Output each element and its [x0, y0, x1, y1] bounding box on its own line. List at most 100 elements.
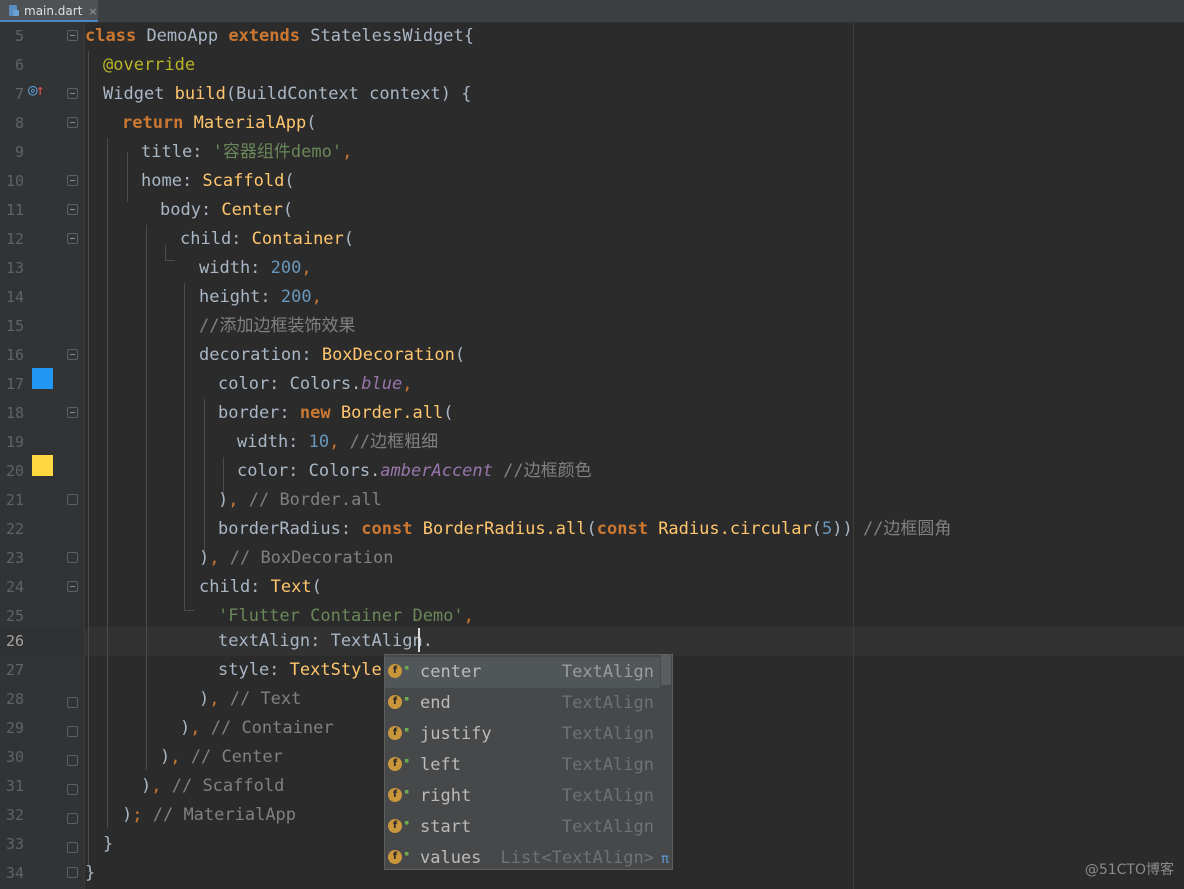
line-number: 21 [5, 491, 24, 509]
fold-end-icon[interactable] [67, 755, 78, 766]
code-line-21: ), // Border.all [218, 490, 382, 510]
visibility-icon: ▪ [404, 756, 410, 766]
code-line-22: borderRadius: const BorderRadius.all(con… [218, 519, 952, 539]
completion-item[interactable]: f ▪ justify TextAlign [385, 719, 672, 750]
code-line-12: child: Container( [180, 229, 355, 249]
code-line-20: color: Colors.amberAccent //边框颜色 [237, 461, 592, 481]
code-line-15: //添加边框装饰效果 [199, 316, 356, 336]
dart-file-icon [8, 5, 20, 17]
code-line-7: Widget build(BuildContext context) { [103, 84, 472, 104]
code-line-28: ), // Text [199, 689, 302, 709]
code-line-27: style: TextStyle(f [218, 660, 402, 680]
code-line-23: ), // BoxDecoration [199, 548, 394, 568]
code-line-31: ), // Scaffold [141, 776, 285, 796]
code-line-33: } [103, 834, 114, 854]
color-swatch-blue-icon[interactable] [32, 368, 53, 389]
code-line-17: color: Colors.blue, [218, 374, 413, 394]
code-line-13: width: 200, [199, 258, 312, 278]
code-line-11: body: Center( [160, 200, 294, 220]
fold-end-icon[interactable] [67, 494, 78, 505]
line-number: 31 [5, 777, 24, 795]
popup-scrollbar[interactable] [661, 655, 671, 685]
line-number: 7 [14, 85, 24, 103]
fold-icon[interactable] [67, 233, 78, 244]
watermark: @51CTO博客 [1084, 862, 1174, 878]
field-icon: f [388, 664, 402, 678]
completion-item[interactable]: f ▪ right TextAlign [385, 781, 672, 812]
code-line-10: home: Scaffold( [141, 171, 295, 191]
line-number: 13 [5, 259, 24, 277]
pi-icon[interactable]: π [661, 852, 669, 867]
fold-icon[interactable] [67, 30, 78, 41]
line-number: 27 [5, 661, 24, 679]
fold-icon[interactable] [67, 175, 78, 186]
line-number: 34 [5, 864, 24, 882]
line-number: 28 [5, 690, 24, 708]
field-icon: f [388, 695, 402, 709]
line-number: 8 [14, 114, 24, 132]
code-line-16: decoration: BoxDecoration( [199, 345, 466, 365]
visibility-icon: ▪ [404, 849, 410, 859]
fold-end-icon[interactable] [67, 552, 78, 563]
fold-end-icon[interactable] [67, 697, 78, 708]
code-line-6: @override [103, 55, 196, 75]
field-icon: f [388, 850, 402, 864]
autocomplete-popup[interactable]: f ▪ center TextAlign f ▪ end TextAlign f ▪ … [384, 654, 673, 870]
line-number: 30 [5, 748, 24, 766]
code-line-14: height: 200, [199, 287, 322, 307]
line-number: 14 [5, 288, 24, 306]
fold-icon[interactable] [67, 117, 78, 128]
close-icon[interactable]: × [88, 5, 97, 18]
completion-item[interactable]: f ▪ values List<TextAlign> [385, 843, 672, 874]
line-number: 11 [5, 201, 24, 219]
code-line-26: textAlign: TextAlign. [218, 631, 433, 651]
fold-icon[interactable] [67, 204, 78, 215]
editor-tab-bar: main.dart × [0, 0, 1184, 23]
line-number: 20 [5, 462, 24, 480]
visibility-icon: ▪ [404, 787, 410, 797]
completion-item[interactable]: f ▪ left TextAlign [385, 750, 672, 781]
fold-icon[interactable] [67, 349, 78, 360]
visibility-icon: ▪ [404, 818, 410, 828]
field-icon: f [388, 757, 402, 771]
color-swatch-amber-icon[interactable] [32, 455, 53, 476]
fold-icon[interactable] [67, 407, 78, 418]
line-number: 15 [5, 317, 24, 335]
visibility-icon: ▪ [404, 725, 410, 735]
completion-item[interactable]: f ▪ start TextAlign [385, 812, 672, 843]
right-margin-guide [853, 22, 854, 889]
field-icon: f [388, 788, 402, 802]
line-number: 19 [5, 433, 24, 451]
visibility-icon: ▪ [404, 694, 410, 704]
fold-end-icon[interactable] [67, 867, 78, 878]
line-number: 29 [5, 719, 24, 737]
field-icon: f [388, 726, 402, 740]
line-number: 12 [5, 230, 24, 248]
line-number: 9 [14, 143, 24, 161]
line-number: 24 [5, 578, 24, 596]
code-line-9: title: '容器组件demo', [141, 142, 353, 162]
line-number: 17 [5, 375, 24, 393]
completion-item[interactable]: f ▪ end TextAlign [385, 688, 672, 719]
tab-label: main.dart [24, 4, 83, 18]
completion-item[interactable]: f ▪ center TextAlign [385, 657, 660, 688]
code-line-30: ), // Center [160, 747, 283, 767]
text-caret [418, 628, 420, 652]
line-number: 32 [5, 806, 24, 824]
fold-icon[interactable] [67, 88, 78, 99]
fold-icon[interactable] [67, 581, 78, 592]
fold-end-icon[interactable] [67, 813, 78, 824]
tab-main-dart[interactable]: main.dart × [0, 0, 98, 22]
line-number: 16 [5, 346, 24, 364]
line-number: 10 [5, 172, 24, 190]
code-line-32: ); // MaterialApp [122, 805, 297, 825]
fold-end-icon[interactable] [67, 784, 78, 795]
field-icon: f [388, 819, 402, 833]
gutter-separator [84, 22, 85, 889]
code-line-29: ), // Container [180, 718, 334, 738]
fold-end-icon[interactable] [67, 726, 78, 737]
fold-end-icon[interactable] [67, 842, 78, 853]
override-method-icon[interactable]: ◎↑ [28, 80, 52, 100]
code-line-5: class DemoApp extends StatelessWidget{ [85, 26, 475, 46]
code-line-18: border: new Border.all( [218, 403, 454, 423]
